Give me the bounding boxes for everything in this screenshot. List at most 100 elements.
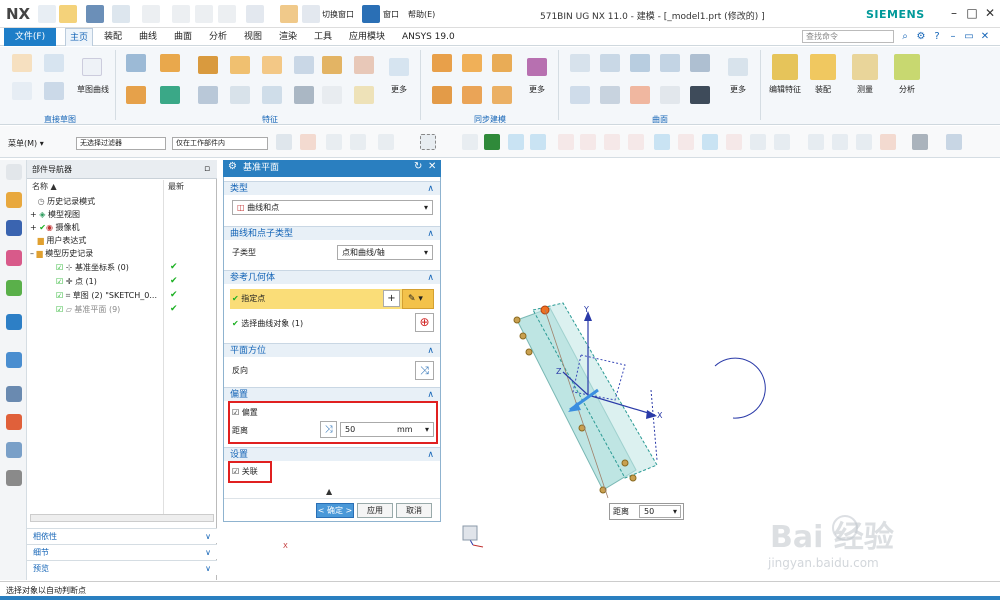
nav-row-datum-plane[interactable]: ☑ ▱ 基准平面 (9) <box>56 303 120 316</box>
thread-icon[interactable] <box>322 86 342 104</box>
process-studio-icon[interactable] <box>6 442 22 458</box>
plane-handle[interactable] <box>519 332 527 340</box>
nav-row-sketch[interactable]: ☑ ⌗ 草图 (2) "SKETCH_0... <box>56 289 157 302</box>
checkbox-checked-icon[interactable]: ☑ <box>56 263 63 272</box>
history-icon[interactable] <box>6 386 22 402</box>
control-point-icon[interactable] <box>558 134 574 150</box>
revolve-icon[interactable] <box>160 54 180 72</box>
sketch-icon[interactable] <box>12 54 32 72</box>
thicken-icon[interactable] <box>630 86 650 104</box>
system-materials-icon[interactable] <box>6 414 22 430</box>
layer-settings-icon[interactable] <box>946 134 962 150</box>
zoom-icon[interactable] <box>832 134 848 150</box>
graphics-viewport[interactable] <box>443 160 1000 580</box>
edge-blend-icon[interactable] <box>262 86 282 104</box>
file-tab[interactable]: 文件(F) <box>4 28 56 46</box>
part-navigator-icon[interactable] <box>6 250 22 266</box>
sketch-curve-icon[interactable] <box>82 58 102 76</box>
sweep-icon[interactable] <box>660 54 680 72</box>
selection-scope-dropdown[interactable]: 仅在工作部件内 <box>172 137 268 150</box>
chamfer-icon[interactable] <box>354 56 374 74</box>
studio-surface-icon[interactable] <box>600 54 620 72</box>
section-subtype[interactable]: 曲线和点子类型 ∧ <box>224 226 440 240</box>
sync-more-icon[interactable] <box>527 58 547 76</box>
panel-dependencies[interactable]: 相依性 ∨ <box>27 528 217 543</box>
column-name-header[interactable]: 名称 ▲ <box>32 180 57 194</box>
open-folder-icon[interactable] <box>59 5 77 23</box>
bounded-grid-icon[interactable] <box>726 134 742 150</box>
rectangle-select-icon[interactable] <box>420 134 436 150</box>
checkbox-checked-icon[interactable]: ☑ <box>56 277 63 286</box>
feature-more-icon[interactable] <box>389 58 409 76</box>
tab-view[interactable]: 视图 <box>240 28 266 46</box>
constraint-navigator-icon[interactable] <box>6 220 22 236</box>
array-icon[interactable] <box>322 56 342 74</box>
analysis-label[interactable]: 分析 <box>892 84 922 95</box>
assembly-label[interactable]: 装配 <box>808 84 838 95</box>
window-menu[interactable]: 窗口 <box>383 9 399 20</box>
collapse-dialog-icon[interactable]: ▲ <box>326 487 332 496</box>
distance-input[interactable]: 50 mm ▾ <box>340 422 434 437</box>
measure-label[interactable]: 测量 <box>850 84 880 95</box>
distance-measure-icon[interactable]: ⤨ <box>320 421 337 438</box>
arc-icon[interactable] <box>12 82 32 100</box>
reverse-direction-icon[interactable]: ⤨ <box>415 361 434 380</box>
ok-button[interactable]: < 确定 > <box>316 503 354 518</box>
plane-handle[interactable] <box>525 348 533 356</box>
maximize-icon[interactable]: □ <box>964 5 980 21</box>
help-menu[interactable]: 帮助(E) <box>408 9 435 20</box>
fit-view-icon[interactable] <box>808 134 824 150</box>
apply-button[interactable]: 应用 <box>357 503 393 518</box>
minimize-icon[interactable]: – <box>946 5 962 21</box>
distance-value[interactable]: 50 <box>345 425 355 434</box>
pick-icon[interactable] <box>462 134 478 150</box>
n-sided-surface-icon[interactable] <box>570 86 590 104</box>
select-body-icon[interactable] <box>378 134 394 150</box>
nav-row-user-expressions[interactable]: ▆ 用户表达式 <box>30 234 87 247</box>
specify-point-label[interactable]: ✔ 指定点 <box>232 292 265 306</box>
pull-face-icon[interactable] <box>462 54 482 72</box>
settings-icon[interactable]: ⚙ <box>914 30 928 44</box>
through-mesh-icon[interactable] <box>690 54 710 72</box>
ribbon-restore-icon[interactable]: ▭ <box>962 30 976 44</box>
move-face-icon[interactable] <box>432 54 452 72</box>
intersection-icon[interactable] <box>580 134 596 150</box>
subtract-icon[interactable] <box>160 86 180 104</box>
pad-icon[interactable] <box>262 56 282 74</box>
dialog-reset-icon[interactable]: ↻ <box>414 161 422 172</box>
tab-surface[interactable]: 曲面 <box>170 28 196 46</box>
quadrant-icon[interactable] <box>628 134 644 150</box>
ribbon-minimize-icon[interactable]: – <box>946 30 960 44</box>
checkbox-checked-icon[interactable]: ☑ <box>232 467 239 476</box>
tab-applications[interactable]: 应用模块 <box>345 28 389 46</box>
rectangle-icon[interactable] <box>44 82 64 100</box>
nav-row-model-views[interactable]: + ◈ 模型视图 <box>30 208 80 221</box>
ruled-surface-icon[interactable] <box>630 54 650 72</box>
draft-icon[interactable] <box>230 86 250 104</box>
close-icon[interactable]: ✕ <box>982 5 998 21</box>
tab-tools[interactable]: 工具 <box>310 28 336 46</box>
switch-window-icon[interactable] <box>302 5 320 23</box>
dialog-settings-icon[interactable]: ⚙ <box>228 161 237 172</box>
tab-ansys[interactable]: ANSYS 19.0 <box>398 28 459 46</box>
cancel-button[interactable]: 取消 <box>396 503 432 518</box>
feature-more-label[interactable]: 更多 <box>384 84 414 95</box>
delete-face-icon[interactable] <box>462 86 482 104</box>
sketch-task-icon[interactable] <box>44 54 64 72</box>
sew-icon[interactable] <box>660 86 680 104</box>
new-file-icon[interactable] <box>38 5 56 23</box>
section-plane-orientation[interactable]: 平面方位 ∧ <box>224 343 440 357</box>
web-browser-icon[interactable] <box>6 352 22 368</box>
section-type[interactable]: 类型 ∧ <box>224 181 440 195</box>
resource-settings-icon[interactable] <box>6 164 22 180</box>
resize-blend-icon[interactable] <box>492 86 512 104</box>
redo-icon[interactable] <box>142 5 160 23</box>
save-icon[interactable] <box>86 5 104 23</box>
analysis-icon[interactable] <box>894 54 920 80</box>
subtype-dropdown[interactable]: 点和曲线/轴 ▾ <box>337 245 433 260</box>
trim-sheet-icon[interactable] <box>600 86 620 104</box>
column-latest-header[interactable]: 最新 <box>168 180 184 194</box>
replace-face-icon[interactable] <box>432 86 452 104</box>
unite-icon[interactable] <box>126 86 146 104</box>
sketch-curve-label[interactable]: 草图曲线 <box>72 84 114 95</box>
